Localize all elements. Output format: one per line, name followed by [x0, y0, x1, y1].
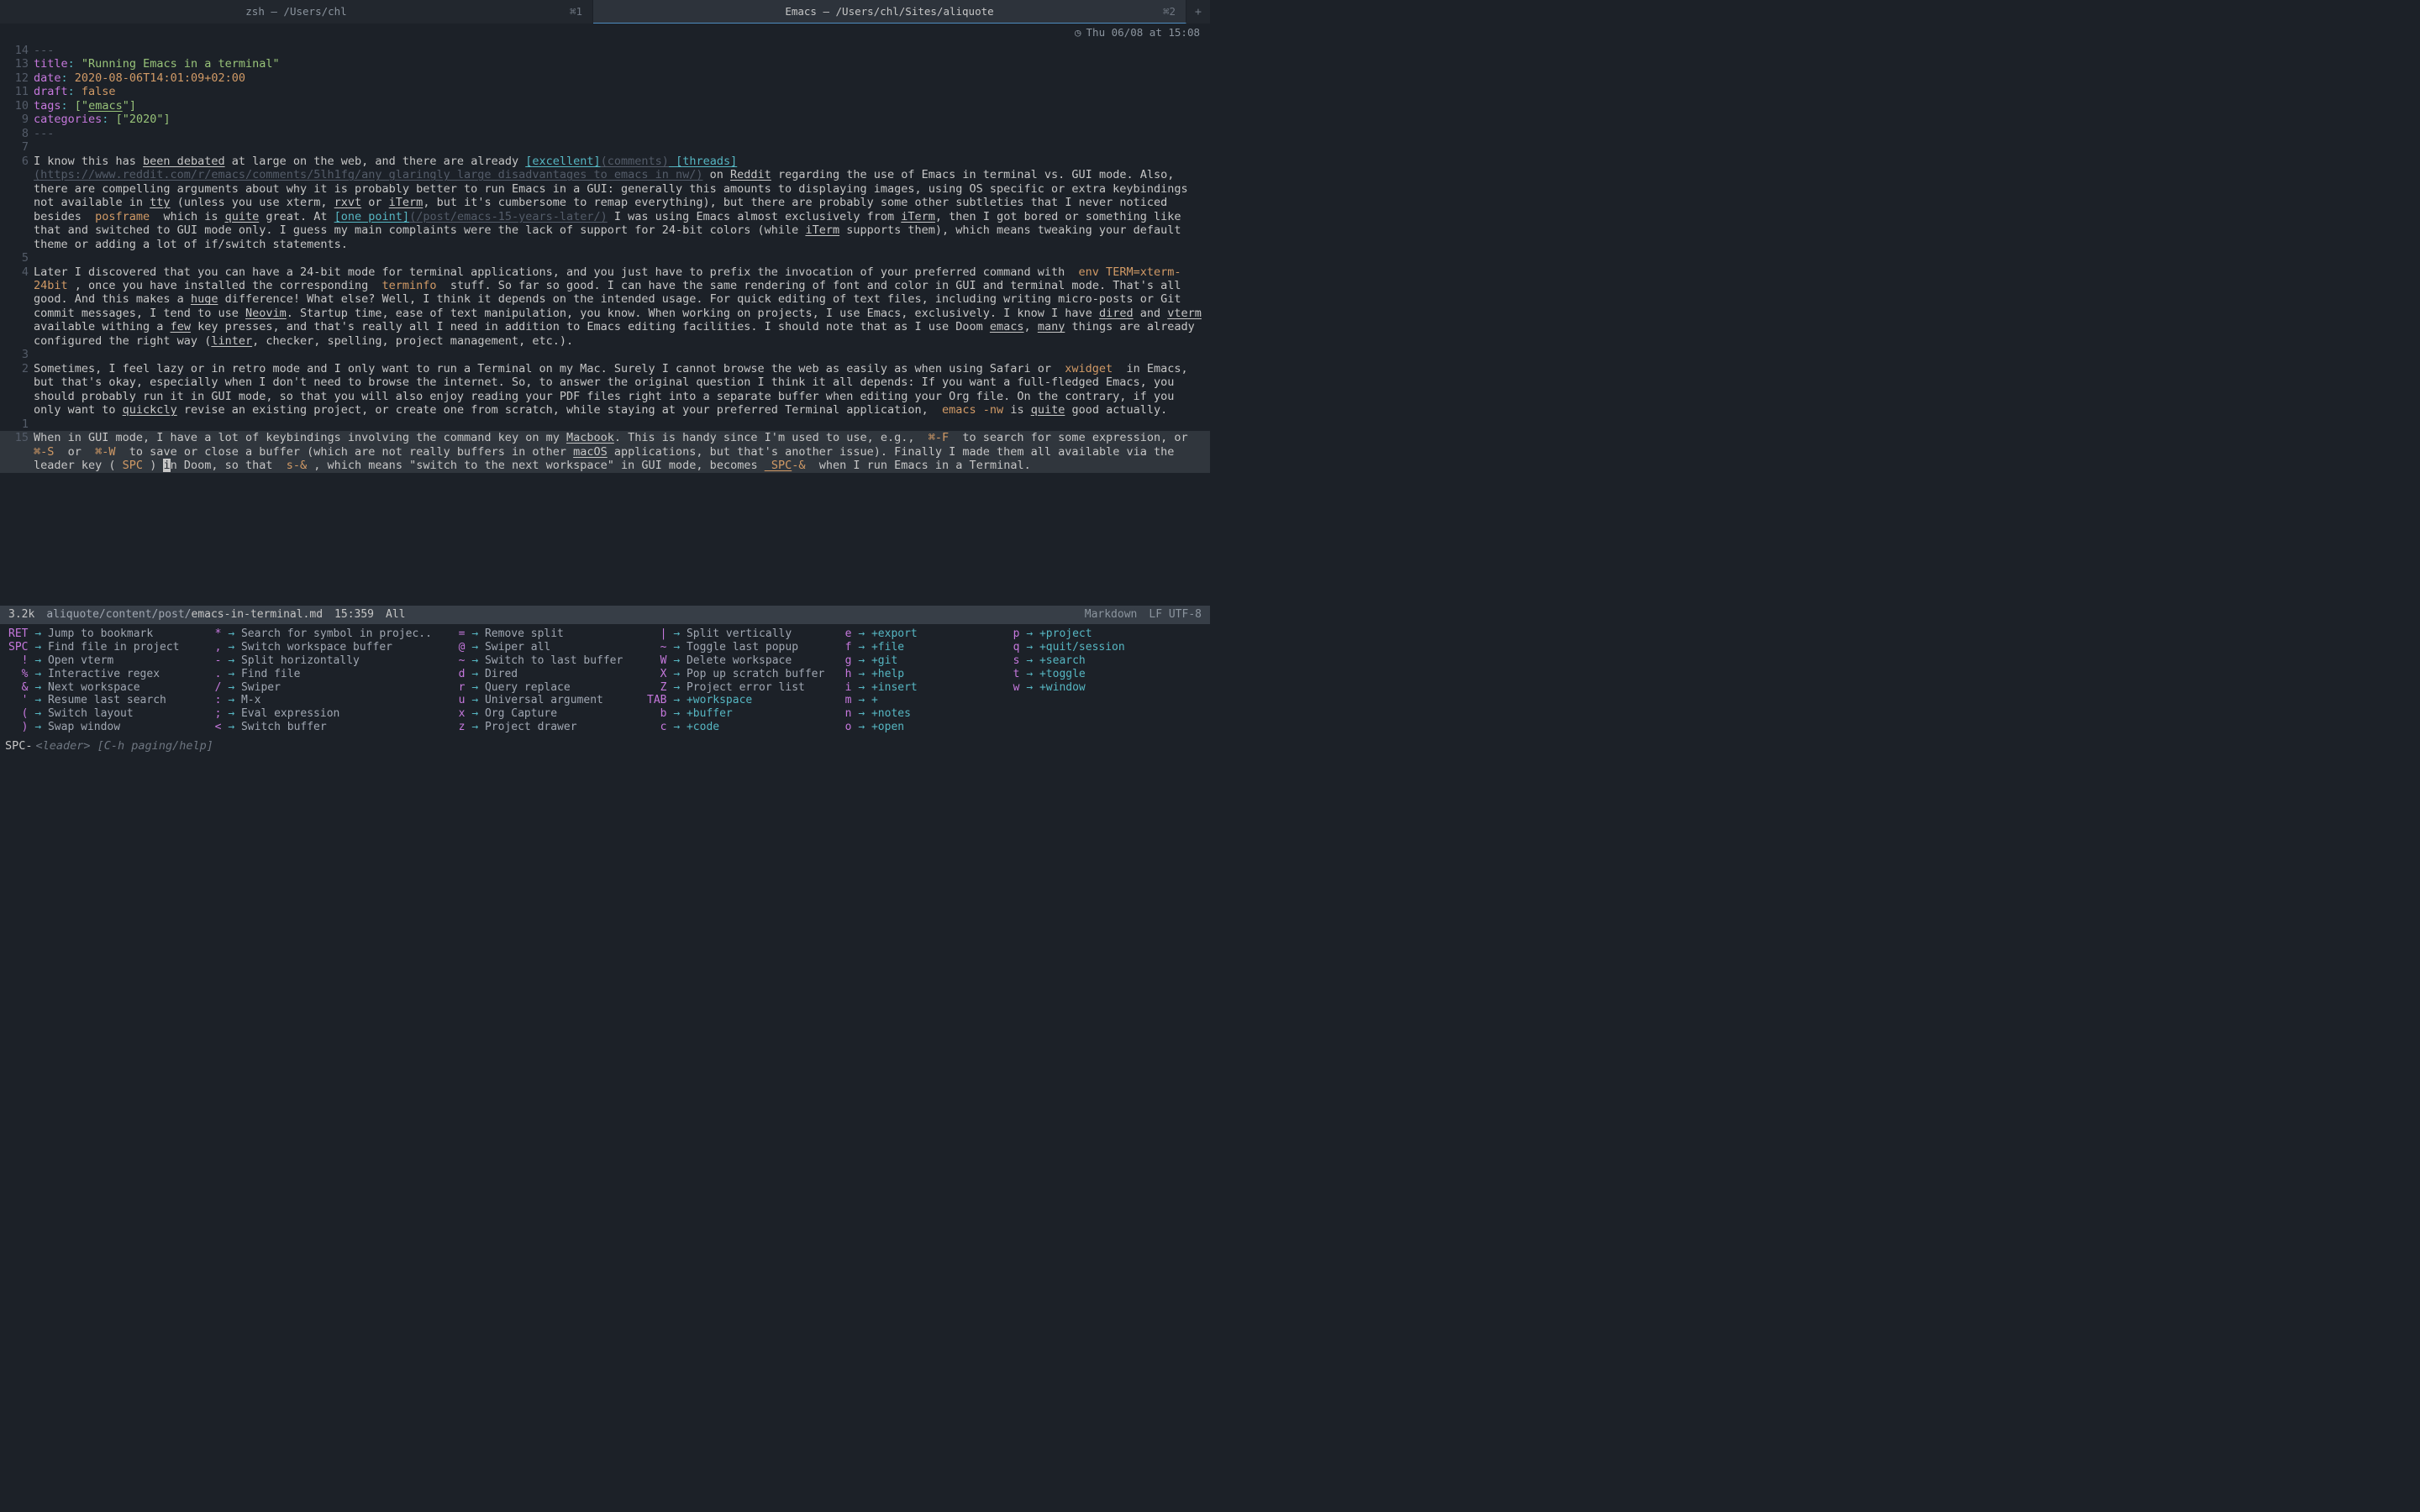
which-key-item[interactable]: ' → Resume last search: [8, 694, 193, 707]
which-key-popup: RET → Jump to bookmark * → Search for sy…: [0, 624, 1210, 736]
which-key-item[interactable]: r → Query replace: [445, 681, 639, 695]
which-key-item[interactable]: X → Pop up scratch buffer: [647, 668, 823, 681]
which-key-item[interactable]: W → Delete workspace: [647, 654, 823, 668]
line-number: 14: [0, 44, 34, 57]
which-key-item[interactable]: b → +buffer: [647, 707, 823, 721]
which-key-item[interactable]: | → Split vertically: [647, 627, 823, 641]
scroll-percent: All: [386, 608, 405, 622]
which-key-item[interactable]: Z → Project error list: [647, 681, 823, 695]
echo-hint: <leader> [C-h paging/help]: [36, 739, 213, 753]
which-key-item[interactable]: h → +help: [832, 668, 992, 681]
which-key-item[interactable]: . → Find file: [202, 668, 437, 681]
echo-prompt: SPC-: [5, 739, 33, 753]
which-key-item[interactable]: < → Switch buffer: [202, 721, 437, 734]
which-key-item[interactable]: [1000, 721, 1168, 734]
which-key-item[interactable]: & → Next workspace: [8, 681, 193, 695]
paragraph: Later I discovered that you can have a 2…: [34, 265, 1210, 349]
which-key-item[interactable]: n → +notes: [832, 707, 992, 721]
modeline: 3.2k aliquote/content/post/emacs-in-term…: [0, 606, 1210, 624]
which-key-item[interactable]: i → +insert: [832, 681, 992, 695]
which-key-item[interactable]: g → +git: [832, 654, 992, 668]
line-number: 3: [0, 348, 34, 361]
paragraph-current: When in GUI mode, I have a lot of keybin…: [34, 431, 1210, 472]
editor-body[interactable]: 14 --- 13 title: "Running Emacs in a ter…: [0, 44, 1210, 606]
which-key-item[interactable]: RET → Jump to bookmark: [8, 627, 193, 641]
tab-title: zsh — /Users/chl: [245, 5, 346, 18]
which-key-item[interactable]: w → +window: [1000, 681, 1168, 695]
tab-1[interactable]: zsh — /Users/chl ⌘1: [0, 0, 593, 24]
text-cursor: i: [163, 459, 170, 472]
line-number: 8: [0, 127, 34, 140]
fm-draft: draft: false: [34, 85, 1210, 98]
fm-date: date: 2020-08-06T14:01:09+02:00: [34, 71, 1210, 85]
which-key-item[interactable]: x → Org Capture: [445, 707, 639, 721]
fm-sep: ---: [34, 44, 1210, 57]
clock-text: Thu 06/08 at 15:08: [1086, 26, 1200, 39]
line-number-current: 15: [0, 431, 34, 472]
which-key-item[interactable]: ! → Open vterm: [8, 654, 193, 668]
line-number: 11: [0, 85, 34, 98]
which-key-item[interactable]: e → +export: [832, 627, 992, 641]
fm-categories: categories: ["2020"]: [34, 113, 1210, 126]
which-key-item[interactable]: ; → Eval expression: [202, 707, 437, 721]
line-number: 2: [0, 362, 34, 417]
which-key-item[interactable]: SPC → Find file in project: [8, 641, 193, 654]
which-key-item[interactable]: = → Remove split: [445, 627, 639, 641]
new-tab-button[interactable]: +: [1186, 0, 1210, 24]
encoding: LF UTF-8: [1149, 608, 1202, 622]
buffer-path: aliquote/content/post/emacs-in-terminal.…: [46, 608, 323, 622]
paragraph: Sometimes, I feel lazy or in retro mode …: [34, 362, 1210, 417]
which-key-item[interactable]: [1000, 694, 1168, 707]
which-key-item[interactable]: * → Search for symbol in projec..: [202, 627, 437, 641]
tab-title: Emacs — /Users/chl/Sites/aliquote: [785, 5, 993, 18]
which-key-item[interactable]: % → Interactive regex: [8, 668, 193, 681]
which-key-item[interactable]: d → Dired: [445, 668, 639, 681]
line-number: 5: [0, 251, 34, 265]
which-key-item[interactable]: ) → Swap window: [8, 721, 193, 734]
which-key-item[interactable]: ~ → Switch to last buffer: [445, 654, 639, 668]
clock-icon: ◷: [1075, 26, 1081, 39]
which-key-item[interactable]: ~ → Toggle last popup: [647, 641, 823, 654]
which-key-item[interactable]: c → +code: [647, 721, 823, 734]
which-key-item[interactable]: m → +: [832, 694, 992, 707]
which-key-item[interactable]: TAB → +workspace: [647, 694, 823, 707]
which-key-item[interactable]: - → Split horizontally: [202, 654, 437, 668]
which-key-item[interactable]: f → +file: [832, 641, 992, 654]
line-number: 12: [0, 71, 34, 85]
tab-shortcut: ⌘1: [570, 5, 582, 18]
tab-bar: zsh — /Users/chl ⌘1 Emacs — /Users/chl/S…: [0, 0, 1210, 24]
line-number: 4: [0, 265, 34, 349]
fm-sep: ---: [34, 127, 1210, 140]
header-bar: ◷ Thu 06/08 at 15:08: [0, 24, 1210, 42]
which-key-item[interactable]: o → +open: [832, 721, 992, 734]
which-key-item[interactable]: z → Project drawer: [445, 721, 639, 734]
line-number: 7: [0, 140, 34, 154]
tab-2[interactable]: Emacs — /Users/chl/Sites/aliquote ⌘2: [593, 0, 1186, 24]
which-key-item[interactable]: / → Swiper: [202, 681, 437, 695]
which-key-item[interactable]: u → Universal argument: [445, 694, 639, 707]
fm-tags: tags: ["emacs"]: [34, 99, 1210, 113]
which-key-item[interactable]: : → M-x: [202, 694, 437, 707]
buffer-size: 3.2k: [8, 608, 34, 622]
fm-title: title: "Running Emacs in a terminal": [34, 57, 1210, 71]
echo-area: SPC- <leader> [C-h paging/help]: [0, 736, 1210, 756]
line-number: 13: [0, 57, 34, 71]
paragraph: I know this has been debated at large on…: [34, 155, 1210, 251]
cursor-position: 15:359: [334, 608, 374, 622]
which-key-item[interactable]: ( → Switch layout: [8, 707, 193, 721]
major-mode: Markdown: [1085, 608, 1138, 622]
line-number: 6: [0, 155, 34, 251]
line-number: 10: [0, 99, 34, 113]
editor[interactable]: 14 --- 13 title: "Running Emacs in a ter…: [0, 42, 1210, 606]
tab-shortcut: ⌘2: [1163, 5, 1176, 18]
which-key-item[interactable]: @ → Swiper all: [445, 641, 639, 654]
which-key-item[interactable]: , → Switch workspace buffer: [202, 641, 437, 654]
which-key-item[interactable]: s → +search: [1000, 654, 1168, 668]
which-key-item[interactable]: q → +quit/session: [1000, 641, 1168, 654]
which-key-item[interactable]: [1000, 707, 1168, 721]
line-number: 9: [0, 113, 34, 126]
line-number: 1: [0, 417, 34, 431]
which-key-item[interactable]: t → +toggle: [1000, 668, 1168, 681]
which-key-item[interactable]: p → +project: [1000, 627, 1168, 641]
